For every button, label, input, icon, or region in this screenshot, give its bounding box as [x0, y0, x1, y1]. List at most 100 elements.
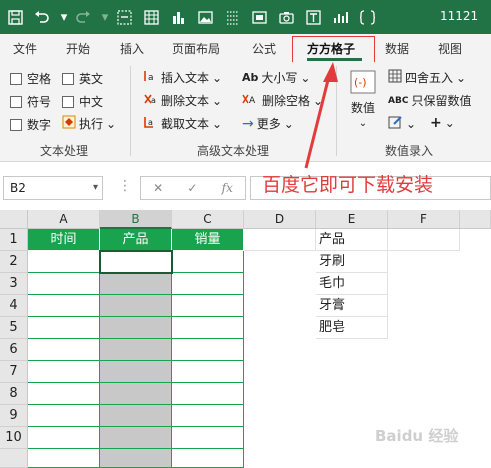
- checkbox-english[interactable]: 英文: [62, 70, 103, 87]
- redo-icon[interactable]: [74, 8, 92, 26]
- row-header[interactable]: 10: [0, 427, 28, 449]
- execute-button[interactable]: 执行 ⌄: [62, 115, 116, 132]
- checkbox-chinese[interactable]: 中文: [62, 93, 103, 110]
- insert-function-icon[interactable]: fx: [222, 181, 233, 195]
- cell-b9[interactable]: [100, 405, 172, 427]
- column-header-e[interactable]: E: [316, 210, 388, 229]
- tab-data[interactable]: 数据: [385, 40, 409, 57]
- cell-c7[interactable]: [172, 361, 244, 383]
- cell-b3[interactable]: [100, 273, 172, 295]
- cell-a8[interactable]: [28, 383, 100, 405]
- cancel-icon[interactable]: ✕: [153, 181, 163, 195]
- checkbox-space[interactable]: 空格: [10, 70, 51, 87]
- cell-c8[interactable]: [172, 383, 244, 405]
- checkbox-symbol[interactable]: 符号: [10, 93, 51, 110]
- tab-formulas[interactable]: 公式: [252, 40, 276, 57]
- image-icon[interactable]: [196, 8, 214, 26]
- column-header-b[interactable]: B: [100, 210, 172, 229]
- text-box-icon[interactable]: [304, 8, 322, 26]
- name-box[interactable]: B2 ▾: [3, 176, 103, 200]
- row-header[interactable]: [0, 449, 28, 468]
- table-icon[interactable]: [142, 8, 160, 26]
- redo-dropdown-icon[interactable]: ▾: [101, 8, 109, 26]
- cut-text-button[interactable]: a 截取文本 ⌄: [143, 115, 222, 132]
- cell-a10[interactable]: [28, 427, 100, 449]
- checkbox-box[interactable]: [62, 95, 74, 108]
- cell-a9[interactable]: [28, 405, 100, 427]
- cell-b7[interactable]: [100, 361, 172, 383]
- cell-f1[interactable]: [388, 229, 460, 251]
- cell-b2-active[interactable]: [99, 250, 173, 274]
- cell-c10[interactable]: [172, 427, 244, 449]
- camera-icon[interactable]: [277, 8, 295, 26]
- save-icon[interactable]: [6, 8, 24, 26]
- checkbox-box[interactable]: [62, 72, 74, 85]
- tab-view[interactable]: 视图: [438, 40, 462, 57]
- column-header-f[interactable]: F: [388, 210, 460, 229]
- cell-e3[interactable]: 毛巾: [316, 273, 388, 295]
- cell-b10[interactable]: [100, 427, 172, 449]
- row-header[interactable]: 3: [0, 273, 28, 295]
- value-button[interactable]: (-) 数值 ⌄: [350, 70, 376, 129]
- round-button[interactable]: 四舍五入 ⌄: [388, 69, 466, 86]
- undo-icon[interactable]: [33, 8, 51, 26]
- bracket-icon[interactable]: [358, 8, 376, 26]
- delete-text-button[interactable]: a 删除文本 ⌄: [143, 92, 222, 109]
- checkbox-number[interactable]: 数字: [10, 116, 51, 133]
- cell-a5[interactable]: [28, 317, 100, 339]
- more-button[interactable]: → 更多 ⌄: [242, 115, 294, 132]
- chevron-down-icon[interactable]: ▾: [93, 177, 98, 199]
- chart-bar-icon[interactable]: [331, 8, 349, 26]
- cell-c4[interactable]: [172, 295, 244, 317]
- row-header[interactable]: 2: [0, 251, 28, 273]
- delete-space-button[interactable]: A 删除空格 ⌄: [242, 92, 323, 109]
- confirm-icon[interactable]: ✓: [187, 181, 197, 195]
- cell-c9[interactable]: [172, 405, 244, 427]
- checkbox-box[interactable]: [10, 118, 22, 131]
- cell-a11[interactable]: [28, 449, 100, 468]
- plus-button[interactable]: + ⌄: [430, 115, 455, 131]
- row-header[interactable]: 4: [0, 295, 28, 317]
- cell-b11[interactable]: [100, 449, 172, 468]
- checkbox-box[interactable]: [10, 95, 22, 108]
- cell-a6[interactable]: [28, 339, 100, 361]
- cell-a2[interactable]: [28, 251, 100, 273]
- cell-a4[interactable]: [28, 295, 100, 317]
- row-header[interactable]: 1: [0, 229, 28, 251]
- cell-b4[interactable]: [100, 295, 172, 317]
- cell-d1[interactable]: [244, 229, 316, 251]
- format-painter-icon[interactable]: [115, 8, 133, 26]
- more-options-icon[interactable]: ⋮: [118, 178, 132, 194]
- column-header-c[interactable]: C: [172, 210, 244, 229]
- cell-c6[interactable]: [172, 339, 244, 361]
- tab-home[interactable]: 开始: [66, 40, 90, 57]
- grid-icon[interactable]: [223, 8, 241, 26]
- cell-c11[interactable]: [172, 449, 244, 468]
- chart-icon[interactable]: [169, 8, 187, 26]
- row-header[interactable]: 7: [0, 361, 28, 383]
- checkbox-box[interactable]: [10, 72, 22, 85]
- undo-dropdown-icon[interactable]: ▾: [60, 8, 68, 26]
- cell-e4[interactable]: 牙膏: [316, 295, 388, 317]
- column-header-g[interactable]: [460, 210, 491, 229]
- cell-e1[interactable]: 产品: [316, 229, 388, 251]
- cell-e2[interactable]: 牙刷: [316, 251, 388, 273]
- row-header[interactable]: 8: [0, 383, 28, 405]
- column-header-a[interactable]: A: [28, 210, 100, 229]
- tab-insert[interactable]: 插入: [120, 40, 144, 57]
- cell-b5[interactable]: [100, 317, 172, 339]
- tab-file[interactable]: 文件: [13, 40, 37, 57]
- cell-c3[interactable]: [172, 273, 244, 295]
- row-header[interactable]: 6: [0, 339, 28, 361]
- cell-b8[interactable]: [100, 383, 172, 405]
- case-button[interactable]: Ab 大小写 ⌄: [242, 69, 310, 86]
- cell-b6[interactable]: [100, 339, 172, 361]
- column-header-d[interactable]: D: [244, 210, 316, 229]
- row-header[interactable]: 9: [0, 405, 28, 427]
- cell-c2[interactable]: [172, 251, 244, 273]
- keep-value-button[interactable]: ABC 只保留数值: [388, 92, 471, 109]
- cell-a3[interactable]: [28, 273, 100, 295]
- row-header[interactable]: 5: [0, 317, 28, 339]
- tab-page-layout[interactable]: 页面布局: [172, 40, 220, 57]
- select-all-corner[interactable]: [0, 210, 28, 229]
